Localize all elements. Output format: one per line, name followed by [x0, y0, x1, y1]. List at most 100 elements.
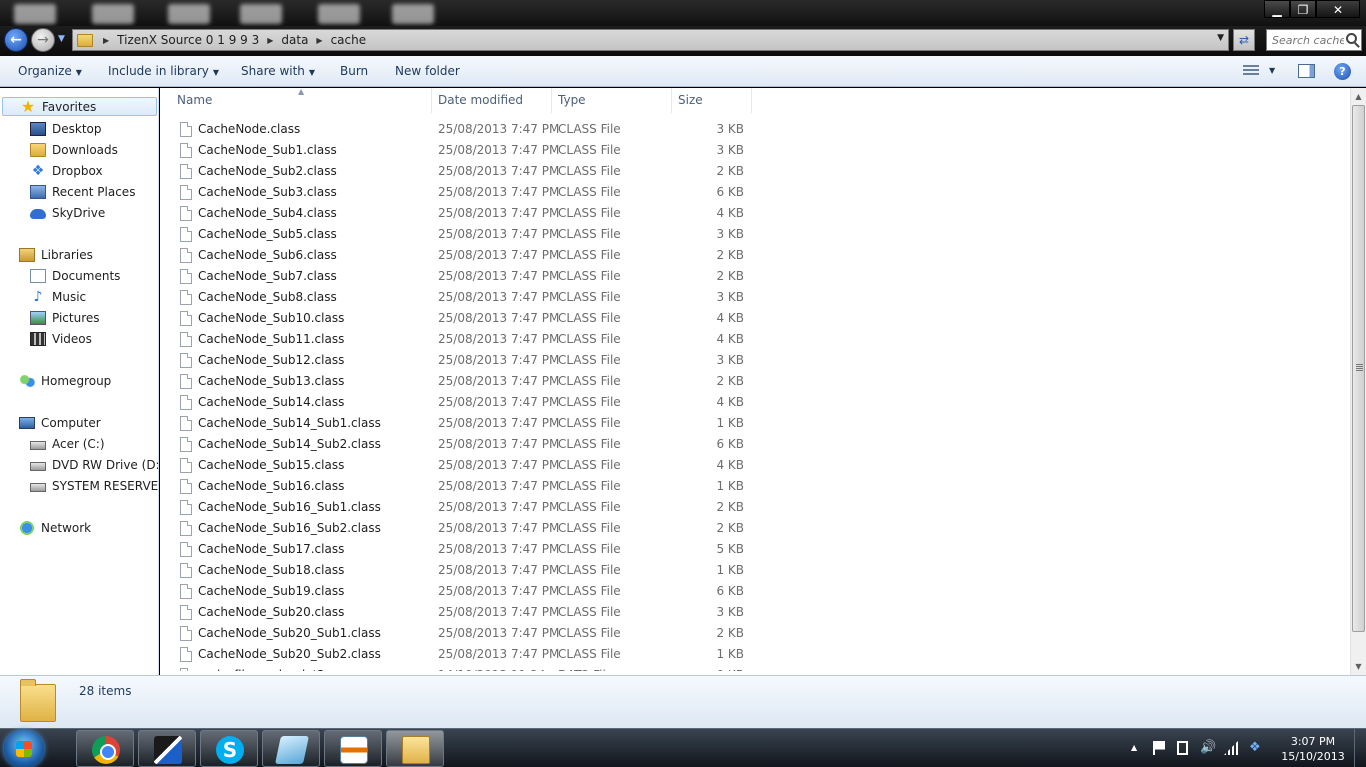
file-row[interactable]: CacheNode_Sub13.class 25/08/2013 7:47 PM C… — [160, 371, 1350, 392]
file-row[interactable]: CacheNode_Sub11.class 25/08/2013 7:47 PM C… — [160, 329, 1350, 350]
scroll-down-button[interactable]: ▼ — [1351, 658, 1366, 675]
nav-pictures[interactable]: Pictures — [30, 308, 100, 327]
wifi-signal-icon[interactable] — [1224, 741, 1238, 755]
start-button[interactable] — [4, 730, 44, 767]
address-history-dropdown[interactable]: ▼ — [1217, 33, 1224, 43]
taskbar-pen-app[interactable] — [138, 730, 196, 767]
java-icon — [340, 736, 368, 764]
file-row[interactable]: CacheNode_Sub1.class 25/08/2013 7:47 PM CL… — [160, 140, 1350, 161]
view-options-dropdown[interactable]: ▼ — [1269, 66, 1275, 75]
file-row[interactable]: CacheNode_Sub14.class 25/08/2013 7:47 PM C… — [160, 392, 1350, 413]
vertical-scrollbar[interactable]: ▲ ▼ — [1350, 88, 1366, 675]
file-row[interactable]: CacheNode_Sub8.class 25/08/2013 7:47 PM CL… — [160, 287, 1350, 308]
nav-label: SYSTEM RESERVED ( — [52, 478, 159, 493]
file-type: CLASS File — [558, 500, 621, 514]
file-row[interactable]: CacheNode_Sub14_Sub1.class 25/08/2013 7:4… — [160, 413, 1350, 434]
column-header-date-modified[interactable]: Date modified — [432, 88, 552, 113]
file-row[interactable]: CacheNode_Sub19.class 25/08/2013 7:47 PM C… — [160, 581, 1350, 602]
file-row[interactable]: CacheNode_Sub17.class 25/08/2013 7:47 PM C… — [160, 539, 1350, 560]
column-header-name[interactable]: Name ▲ — [160, 88, 432, 113]
back-button[interactable]: ← — [4, 28, 28, 52]
nav-favorites[interactable]: ★ Favorites — [2, 97, 157, 116]
action-center-flag-icon[interactable] — [1153, 741, 1165, 755]
file-row[interactable]: CacheNode_Sub2.class 25/08/2013 7:47 PM CL… — [160, 161, 1350, 182]
share-with-button[interactable]: Share with ▼ — [241, 64, 315, 78]
chevron-right-icon[interactable]: ▶ — [99, 36, 113, 45]
file-row[interactable]: main_file_cache.dat2 14/10/2013 11:24 DAT2… — [160, 665, 1350, 671]
file-row[interactable]: CacheNode_Sub5.class 25/08/2013 7:47 PM CL… — [160, 224, 1350, 245]
close-button[interactable]: ✕ — [1316, 0, 1360, 18]
taskbar-chrome[interactable] — [76, 730, 134, 767]
system-clock[interactable]: 3:07 PM 15/10/2013 — [1268, 734, 1358, 764]
nav-computer[interactable]: Computer — [19, 413, 101, 432]
volume-icon[interactable]: 🔊 — [1200, 741, 1216, 755]
nav-drive-c[interactable]: Acer (C:) — [30, 434, 105, 453]
taskbar-windows-explorer[interactable] — [386, 730, 444, 767]
file-row[interactable]: CacheNode_Sub20.class 25/08/2013 7:47 PM C… — [160, 602, 1350, 623]
nav-homegroup[interactable]: Homegroup — [19, 371, 111, 390]
nav-videos[interactable]: Videos — [30, 329, 92, 348]
preview-pane-icon[interactable] — [1298, 64, 1315, 78]
address-bar[interactable]: ▶ TizenX Source 0 1 9 9 3 ▶ data ▶ cache… — [72, 29, 1229, 51]
file-row[interactable]: CacheNode.class 25/08/2013 7:47 PM CLASS F… — [160, 119, 1350, 140]
taskbar-reader[interactable] — [262, 730, 320, 767]
dropbox-tray-icon[interactable]: ❖ — [1249, 741, 1263, 755]
file-row[interactable]: CacheNode_Sub7.class 25/08/2013 7:47 PM CL… — [160, 266, 1350, 287]
chevron-right-icon[interactable]: ▶ — [312, 36, 326, 45]
organize-button[interactable]: Organize ▼ — [18, 64, 82, 78]
file-type: CLASS File — [558, 248, 621, 262]
scroll-thumb[interactable] — [1352, 105, 1365, 632]
file-type: CLASS File — [558, 458, 621, 472]
new-folder-button[interactable]: New folder — [395, 64, 460, 78]
taskbar-java[interactable] — [324, 730, 382, 767]
file-row[interactable]: CacheNode_Sub16_Sub1.class 25/08/2013 7:4… — [160, 497, 1350, 518]
nav-network[interactable]: Network — [19, 518, 91, 537]
chevron-right-icon[interactable]: ▶ — [263, 36, 277, 45]
maximize-button[interactable]: ❐ — [1290, 0, 1316, 18]
burn-button[interactable]: Burn — [340, 64, 368, 78]
help-icon[interactable]: ? — [1334, 63, 1351, 80]
nav-music[interactable]: ♪ Music — [30, 287, 87, 306]
column-header-type[interactable]: Type — [552, 88, 672, 113]
forward-button[interactable]: → — [31, 28, 55, 52]
change-view-icon[interactable] — [1243, 65, 1259, 77]
file-row[interactable]: CacheNode_Sub16_Sub2.class 25/08/2013 7:4… — [160, 518, 1350, 539]
refresh-button[interactable]: ⇄ — [1233, 29, 1255, 51]
file-row[interactable]: CacheNode_Sub4.class 25/08/2013 7:47 PM CL… — [160, 203, 1350, 224]
include-in-library-button[interactable]: Include in library ▼ — [108, 64, 219, 78]
show-hidden-icons-button[interactable]: ▲ — [1131, 743, 1137, 752]
file-row[interactable]: CacheNode_Sub6.class 25/08/2013 7:47 PM CL… — [160, 245, 1350, 266]
search-icon[interactable] — [1346, 33, 1357, 44]
nav-dropbox[interactable]: ❖ Dropbox — [30, 161, 103, 180]
file-row[interactable]: CacheNode_Sub20_Sub1.class 25/08/2013 7:4… — [160, 623, 1350, 644]
nav-documents[interactable]: Documents — [30, 266, 120, 285]
file-row[interactable]: CacheNode_Sub12.class 25/08/2013 7:47 PM C… — [160, 350, 1350, 371]
file-row[interactable]: CacheNode_Sub20_Sub2.class 25/08/2013 7:4… — [160, 644, 1350, 665]
nav-libraries[interactable]: Libraries — [19, 245, 93, 264]
breadcrumb-cache[interactable]: cache — [327, 33, 371, 47]
scroll-up-button[interactable]: ▲ — [1351, 88, 1366, 105]
recent-pages-button[interactable]: ▼ — [58, 34, 65, 44]
search-box[interactable] — [1266, 29, 1362, 51]
file-row[interactable]: CacheNode_Sub3.class 25/08/2013 7:47 PM CL… — [160, 182, 1350, 203]
breadcrumb-tizenx-source[interactable]: TizenX Source 0 1 9 9 3 — [113, 33, 263, 47]
file-date-modified: 25/08/2013 7:47 PM — [438, 479, 560, 493]
file-row[interactable]: CacheNode_Sub14_Sub2.class 25/08/2013 7:4… — [160, 434, 1350, 455]
nav-desktop[interactable]: Desktop — [30, 119, 102, 138]
breadcrumb-data[interactable]: data — [277, 33, 312, 47]
show-desktop-button[interactable] — [1354, 729, 1366, 767]
minimize-button[interactable]: ▁ — [1264, 0, 1290, 18]
nav-recent-places[interactable]: Recent Places — [30, 182, 135, 201]
file-row[interactable]: CacheNode_Sub16.class 25/08/2013 7:47 PM C… — [160, 476, 1350, 497]
column-header-size[interactable]: Size — [672, 88, 752, 113]
nav-dvd-drive[interactable]: DVD RW Drive (D:) Ji — [30, 455, 158, 474]
file-row[interactable]: CacheNode_Sub18.class 25/08/2013 7:47 PM C… — [160, 560, 1350, 581]
file-row[interactable]: CacheNode_Sub10.class 25/08/2013 7:47 PM C… — [160, 308, 1350, 329]
nav-downloads[interactable]: Downloads — [30, 140, 118, 159]
file-row[interactable]: CacheNode_Sub15.class 25/08/2013 7:47 PM C… — [160, 455, 1350, 476]
search-input[interactable] — [1272, 33, 1344, 47]
nav-system-reserved[interactable]: SYSTEM RESERVED ( — [30, 476, 159, 495]
taskbar-skype[interactable]: S — [200, 730, 258, 767]
nav-skydrive[interactable]: SkyDrive — [30, 203, 105, 222]
battery-icon[interactable] — [1177, 741, 1188, 755]
